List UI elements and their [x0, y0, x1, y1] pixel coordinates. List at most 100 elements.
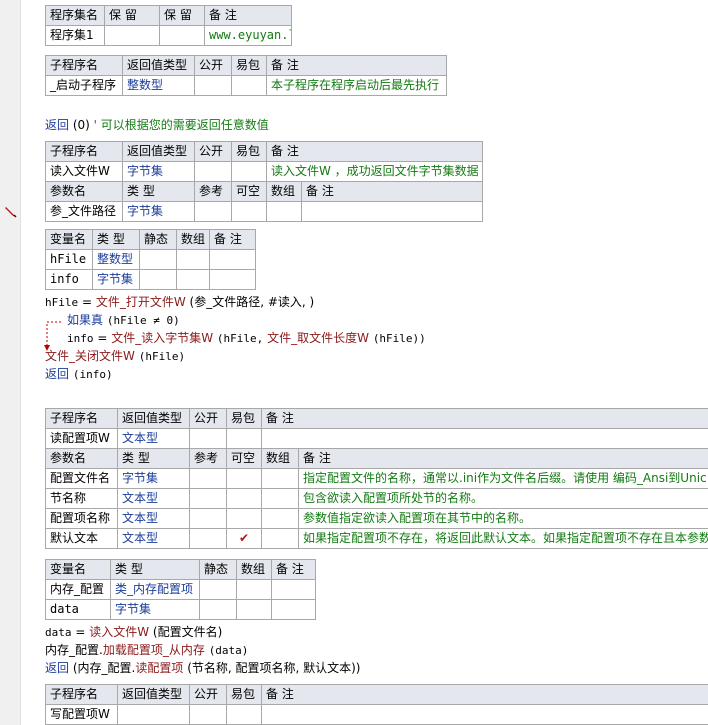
var-name[interactable]: info	[45, 269, 93, 290]
sub-name[interactable]: _启动子程序	[45, 75, 123, 96]
param-name[interactable]: 节名称	[45, 488, 118, 509]
param-note[interactable]	[300, 201, 484, 222]
table-row[interactable]: info 字节集	[45, 269, 256, 290]
param-type[interactable]: 文本型	[117, 488, 190, 509]
code-line[interactable]: info = 文件_读入字节集W (hFile, 文件_取文件长度W (hFil…	[67, 329, 426, 348]
var-name[interactable]: hFile	[45, 249, 93, 270]
param-note[interactable]: 参数值指定欲读入配置项在其节中的名称。	[297, 508, 708, 529]
table-row[interactable]: hFile 整数型	[45, 249, 256, 270]
param-nullable[interactable]	[226, 468, 262, 489]
sub-note[interactable]: 读入文件W ，成功返回文件字节集数据	[265, 161, 484, 182]
param-nullable[interactable]	[231, 201, 267, 222]
var-static[interactable]	[139, 249, 177, 270]
param-nullable[interactable]	[226, 488, 262, 509]
param-nullable[interactable]	[226, 508, 262, 529]
table-row[interactable]: data 字节集	[45, 599, 316, 620]
param-array[interactable]	[261, 488, 299, 509]
var-array[interactable]	[236, 599, 272, 620]
sub-ret-type[interactable]: 字节集	[122, 161, 195, 182]
sub-name[interactable]: 读配置项W	[45, 428, 118, 449]
sub-note[interactable]: 本子程序在程序启动后最先执行	[266, 75, 447, 96]
var-note[interactable]	[209, 269, 256, 290]
assembly-name[interactable]: 程序集1	[45, 25, 105, 46]
param-ref[interactable]	[194, 201, 232, 222]
left-gutter[interactable]	[0, 0, 21, 725]
table-row[interactable]: 默认文本 文本型 ✔ 如果指定配置项不存在，将返回此默认文本。如果指定配置项不存…	[45, 528, 708, 549]
col-type: 类 型	[92, 229, 140, 250]
code-line[interactable]: data = 读入文件W (配置文件名)	[45, 623, 222, 642]
sub-easy-pkg[interactable]	[226, 704, 262, 725]
var-type[interactable]: 类_内存配置项	[110, 579, 200, 600]
table-row[interactable]: 配置文件名 字节集 指定配置文件的名称，通常以.ini作为文件名后缀。请使用 编…	[45, 468, 708, 489]
param-ref[interactable]	[189, 468, 227, 489]
param-note[interactable]: 如果指定配置项不存在，将返回此默认文本。如果指定配置项不存在且本参数	[297, 528, 708, 549]
sub-public[interactable]	[189, 704, 227, 725]
code-line[interactable]: 返回 (0) ' 可以根据您的需要返回任意数值	[45, 116, 269, 134]
var-type[interactable]: 字节集	[92, 269, 140, 290]
table-row[interactable]: 内存_配置 类_内存配置项	[45, 579, 316, 600]
assembly-note[interactable]: www.eyuyan.la	[204, 25, 292, 46]
sub-easy-pkg[interactable]	[226, 428, 262, 449]
param-ref[interactable]	[189, 488, 227, 509]
param-name[interactable]: 配置文件名	[45, 468, 118, 489]
var-note[interactable]	[271, 579, 316, 600]
param-note[interactable]: 指定配置文件的名称，通常以.ini作为文件名后缀。请使用 编码_Ansi到Uni…	[297, 468, 708, 489]
param-array[interactable]	[261, 508, 299, 529]
col-set-name: 程序集名	[45, 5, 105, 26]
assembly-reserve-2[interactable]	[159, 25, 205, 46]
var-note[interactable]	[209, 249, 256, 270]
param-name[interactable]: 配置项名称	[45, 508, 118, 529]
code-line[interactable]: 返回 (内存_配置.读配置项 (节名称, 配置项名称, 默认文本))	[45, 659, 361, 677]
param-array[interactable]	[261, 528, 299, 549]
param-ref[interactable]	[189, 528, 227, 549]
var-static[interactable]	[139, 269, 177, 290]
param-type[interactable]: 文本型	[117, 528, 190, 549]
code-line[interactable]: 返回 (info)	[45, 365, 113, 384]
code-line[interactable]: 内存_配置.加载配置项_从内存 (data)	[45, 641, 248, 660]
param-note[interactable]: 包含欲读入配置项所处节的名称。	[297, 488, 708, 509]
sub-easy-pkg[interactable]	[231, 75, 267, 96]
var-note[interactable]	[271, 599, 316, 620]
sub-public[interactable]	[194, 161, 232, 182]
var-static[interactable]	[199, 579, 237, 600]
var-array[interactable]	[176, 249, 210, 270]
sub-public[interactable]	[194, 75, 232, 96]
param-array[interactable]	[261, 468, 299, 489]
code-line[interactable]: hFile = 文件_打开文件W (参_文件路径, #读入, )	[45, 293, 314, 312]
table-row[interactable]: 参_文件路径 字节集	[45, 201, 484, 222]
readfile-sub-table: 子程序名 返回值类型 公开 易包 备 注 读入文件W 字节集 读入文件W ，成功…	[45, 141, 484, 222]
param-type[interactable]: 字节集	[122, 201, 195, 222]
param-type[interactable]: 文本型	[117, 508, 190, 529]
sub-note[interactable]	[261, 704, 708, 725]
sub-note[interactable]	[260, 428, 708, 449]
var-array[interactable]	[236, 579, 272, 600]
col-var-name: 变量名	[45, 229, 93, 250]
sub-public[interactable]	[189, 428, 227, 449]
param-type[interactable]: 字节集	[117, 468, 190, 489]
var-static[interactable]	[199, 599, 237, 620]
sub-ret-type[interactable]: 整数型	[122, 75, 195, 96]
var-name[interactable]: 内存_配置	[45, 579, 111, 600]
code-line[interactable]: 文件_关闭文件W (hFile)	[45, 347, 185, 366]
var-array[interactable]	[176, 269, 210, 290]
param-name[interactable]: 默认文本	[45, 528, 118, 549]
check-icon[interactable]: ✔	[226, 528, 262, 549]
param-ref[interactable]	[189, 508, 227, 529]
var-name[interactable]: data	[45, 599, 111, 620]
table-row[interactable]: 节名称 文本型 包含欲读入配置项所处节的名称。	[45, 488, 708, 509]
sub-ret-type[interactable]: 文本型	[117, 428, 190, 449]
var-type[interactable]: 字节集	[110, 599, 200, 620]
var-type[interactable]: 整数型	[92, 249, 140, 270]
col-public: 公开	[194, 55, 232, 76]
sub-ret-type[interactable]	[117, 704, 190, 725]
sub-easy-pkg[interactable]	[231, 161, 267, 182]
sub-name[interactable]: 写配置项W	[45, 704, 118, 725]
param-array[interactable]	[266, 201, 302, 222]
assembly-reserve-1[interactable]	[104, 25, 160, 46]
param-name[interactable]: 参_文件路径	[45, 201, 123, 222]
readfile-vars-table: 变量名 类 型 静态 数组 备 注 hFile 整数型 info 字节集	[45, 229, 256, 290]
code-line[interactable]: 如果真 (hFile ≠ 0)	[67, 311, 180, 330]
sub-name[interactable]: 读入文件W	[45, 161, 123, 182]
table-row[interactable]: 配置项名称 文本型 参数值指定欲读入配置项在其节中的名称。	[45, 508, 708, 529]
pencil-icon[interactable]	[4, 205, 18, 219]
